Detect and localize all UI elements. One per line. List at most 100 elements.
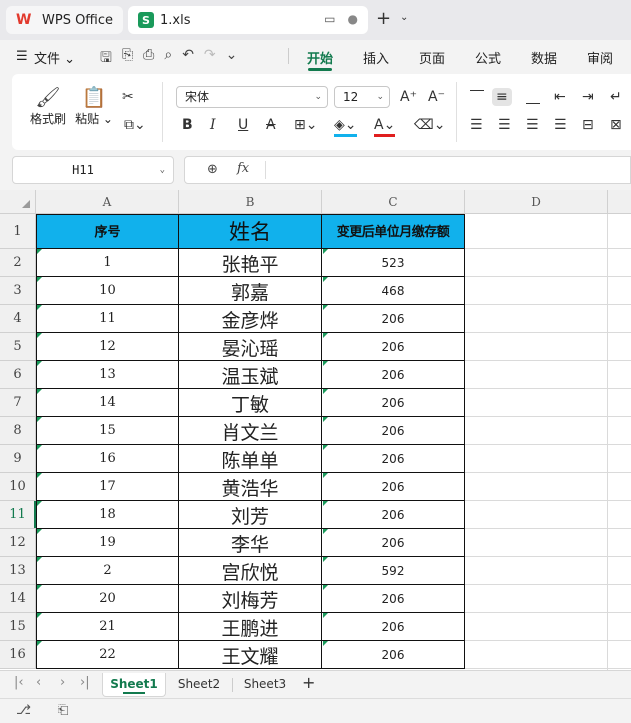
row-header[interactable]: 14 (0, 585, 36, 613)
italic-button[interactable]: I (210, 116, 216, 134)
table-cell[interactable]: 206 (322, 473, 465, 501)
table-cell[interactable]: 15 (36, 417, 179, 445)
first-sheet-icon[interactable]: |‹ (14, 675, 24, 690)
borders-icon[interactable]: ⊞⌄ (294, 116, 317, 134)
table-cell[interactable]: 468 (322, 277, 465, 305)
column-header-b[interactable]: B (179, 190, 322, 214)
table-cell[interactable]: 206 (322, 641, 465, 669)
document-icon[interactable]: ⎗ (58, 703, 68, 718)
table-cell[interactable]: 2 (36, 557, 179, 585)
table-cell[interactable]: 206 (322, 389, 465, 417)
fx-icon[interactable]: fx (237, 161, 249, 176)
row-header[interactable]: 16 (0, 641, 36, 669)
tab-data[interactable]: 数据 (531, 48, 557, 67)
dot-icon[interactable]: ● (348, 12, 358, 26)
row-header[interactable]: 10 (0, 473, 36, 501)
wrap-text-icon[interactable]: ↵ (610, 88, 622, 106)
table-cell[interactable]: 13 (36, 361, 179, 389)
export-pdf-icon[interactable]: ⎘ (122, 47, 133, 71)
align-middle-icon[interactable]: ≡ (492, 88, 512, 106)
column-header-c[interactable]: C (322, 190, 465, 214)
tab-wps-office[interactable]: W WPS Office (6, 6, 123, 34)
column-header-extra[interactable] (608, 190, 631, 214)
formula-input[interactable]: ⊕ fx (184, 156, 631, 184)
table-cell[interactable]: 1 (36, 249, 179, 277)
sheet-tab-sheet1[interactable]: Sheet1 (102, 673, 166, 697)
table-cell[interactable]: 206 (322, 613, 465, 641)
row-header[interactable]: 4 (0, 305, 36, 333)
row-header[interactable]: 9 (0, 445, 36, 473)
next-sheet-icon[interactable]: › (60, 675, 65, 690)
tab-menu-chevron-icon[interactable]: ⌄ (400, 12, 408, 23)
row-header[interactable]: 15 (0, 613, 36, 641)
align-left-icon[interactable]: ☰ (470, 116, 483, 134)
table-cell[interactable]: 刘芳 (179, 501, 322, 529)
table-cell[interactable]: 12 (36, 333, 179, 361)
distributed-icon[interactable]: ⊟ (582, 116, 594, 134)
table-cell[interactable]: 206 (322, 501, 465, 529)
header-cell-a[interactable]: 序号 (36, 214, 179, 249)
align-center-icon[interactable]: ☰ (498, 116, 511, 134)
cut-icon[interactable]: ✂ (122, 88, 134, 106)
table-cell[interactable]: 李华 (179, 529, 322, 557)
more-chevron-icon[interactable]: ⌄ (226, 47, 238, 71)
table-cell[interactable]: 宫欣悦 (179, 557, 322, 585)
table-cell[interactable]: 温玉斌 (179, 361, 322, 389)
sheet-tab-sheet3[interactable]: Sheet3 (236, 673, 294, 697)
header-cell-b[interactable]: 姓名 (179, 214, 322, 249)
table-cell[interactable]: 11 (36, 305, 179, 333)
copy-icon[interactable]: ⧉⌄ (124, 116, 146, 134)
table-cell[interactable]: 17 (36, 473, 179, 501)
row-header[interactable]: 13 (0, 557, 36, 585)
table-cell[interactable]: 206 (322, 305, 465, 333)
table-cell[interactable]: 19 (36, 529, 179, 557)
table-cell[interactable]: 20 (36, 585, 179, 613)
column-header-a[interactable]: A (36, 190, 179, 214)
table-cell[interactable]: 206 (322, 445, 465, 473)
increase-indent-icon[interactable]: ⇥ (582, 88, 594, 106)
table-cell[interactable]: 肖文兰 (179, 417, 322, 445)
align-right-icon[interactable]: ☰ (526, 116, 539, 134)
row-header[interactable]: 1 (0, 214, 36, 249)
tab-home[interactable]: 开始 (307, 48, 333, 67)
bold-button[interactable]: B (182, 116, 193, 134)
preview-icon[interactable]: ⌕ (164, 47, 172, 71)
select-all-corner[interactable] (0, 190, 36, 214)
undo-icon[interactable]: ↶ (182, 47, 194, 71)
table-cell[interactable]: 陈单单 (179, 445, 322, 473)
align-bottom-icon[interactable]: ⎽ (526, 88, 540, 106)
align-top-icon[interactable]: ⎺ (470, 88, 484, 106)
table-cell[interactable]: 523 (322, 249, 465, 277)
table-cell[interactable]: 206 (322, 585, 465, 613)
table-cell[interactable]: 206 (322, 529, 465, 557)
eraser-icon[interactable]: ⌫⌄ (414, 116, 446, 134)
table-cell[interactable]: 刘梅芳 (179, 585, 322, 613)
table-cell[interactable]: 晏沁瑶 (179, 333, 322, 361)
file-menu[interactable]: 文件 ⌄ (34, 48, 75, 67)
redo-icon[interactable]: ↷ (204, 47, 216, 71)
row-header[interactable]: 7 (0, 389, 36, 417)
header-cell-c[interactable]: 变更后单位月缴存额 (322, 214, 465, 249)
table-cell[interactable]: 22 (36, 641, 179, 669)
table-cell[interactable]: 丁敏 (179, 389, 322, 417)
new-tab-button[interactable]: + (376, 8, 391, 29)
row-header[interactable]: 11 (0, 501, 36, 529)
name-box[interactable]: H11 ⌄ (12, 156, 174, 184)
row-header[interactable]: 6 (0, 361, 36, 389)
format-painter-button[interactable]: 🖌 格式刷 (26, 84, 70, 127)
save-icon[interactable]: 🖫 (100, 47, 112, 71)
row-header[interactable]: 3 (0, 277, 36, 305)
table-cell[interactable]: 金彦烨 (179, 305, 322, 333)
table-cell[interactable]: 592 (322, 557, 465, 585)
prev-sheet-icon[interactable]: ‹ (36, 675, 41, 690)
sheet-tab-sheet2[interactable]: Sheet2 (170, 673, 228, 697)
font-size-select[interactable]: 12 ⌄ (334, 86, 390, 108)
increase-font-icon[interactable]: A⁺ (400, 88, 417, 106)
fill-color-icon[interactable]: ◈⌄ (334, 116, 357, 137)
strikethrough-button[interactable]: A (266, 116, 276, 134)
zoom-icon[interactable]: ⊕ (207, 162, 218, 177)
font-color-icon[interactable]: A⌄ (374, 116, 396, 137)
table-cell[interactable]: 王鹏进 (179, 613, 322, 641)
table-cell[interactable]: 郭嘉 (179, 277, 322, 305)
merge-cells-icon[interactable]: ⊠ (610, 116, 622, 134)
